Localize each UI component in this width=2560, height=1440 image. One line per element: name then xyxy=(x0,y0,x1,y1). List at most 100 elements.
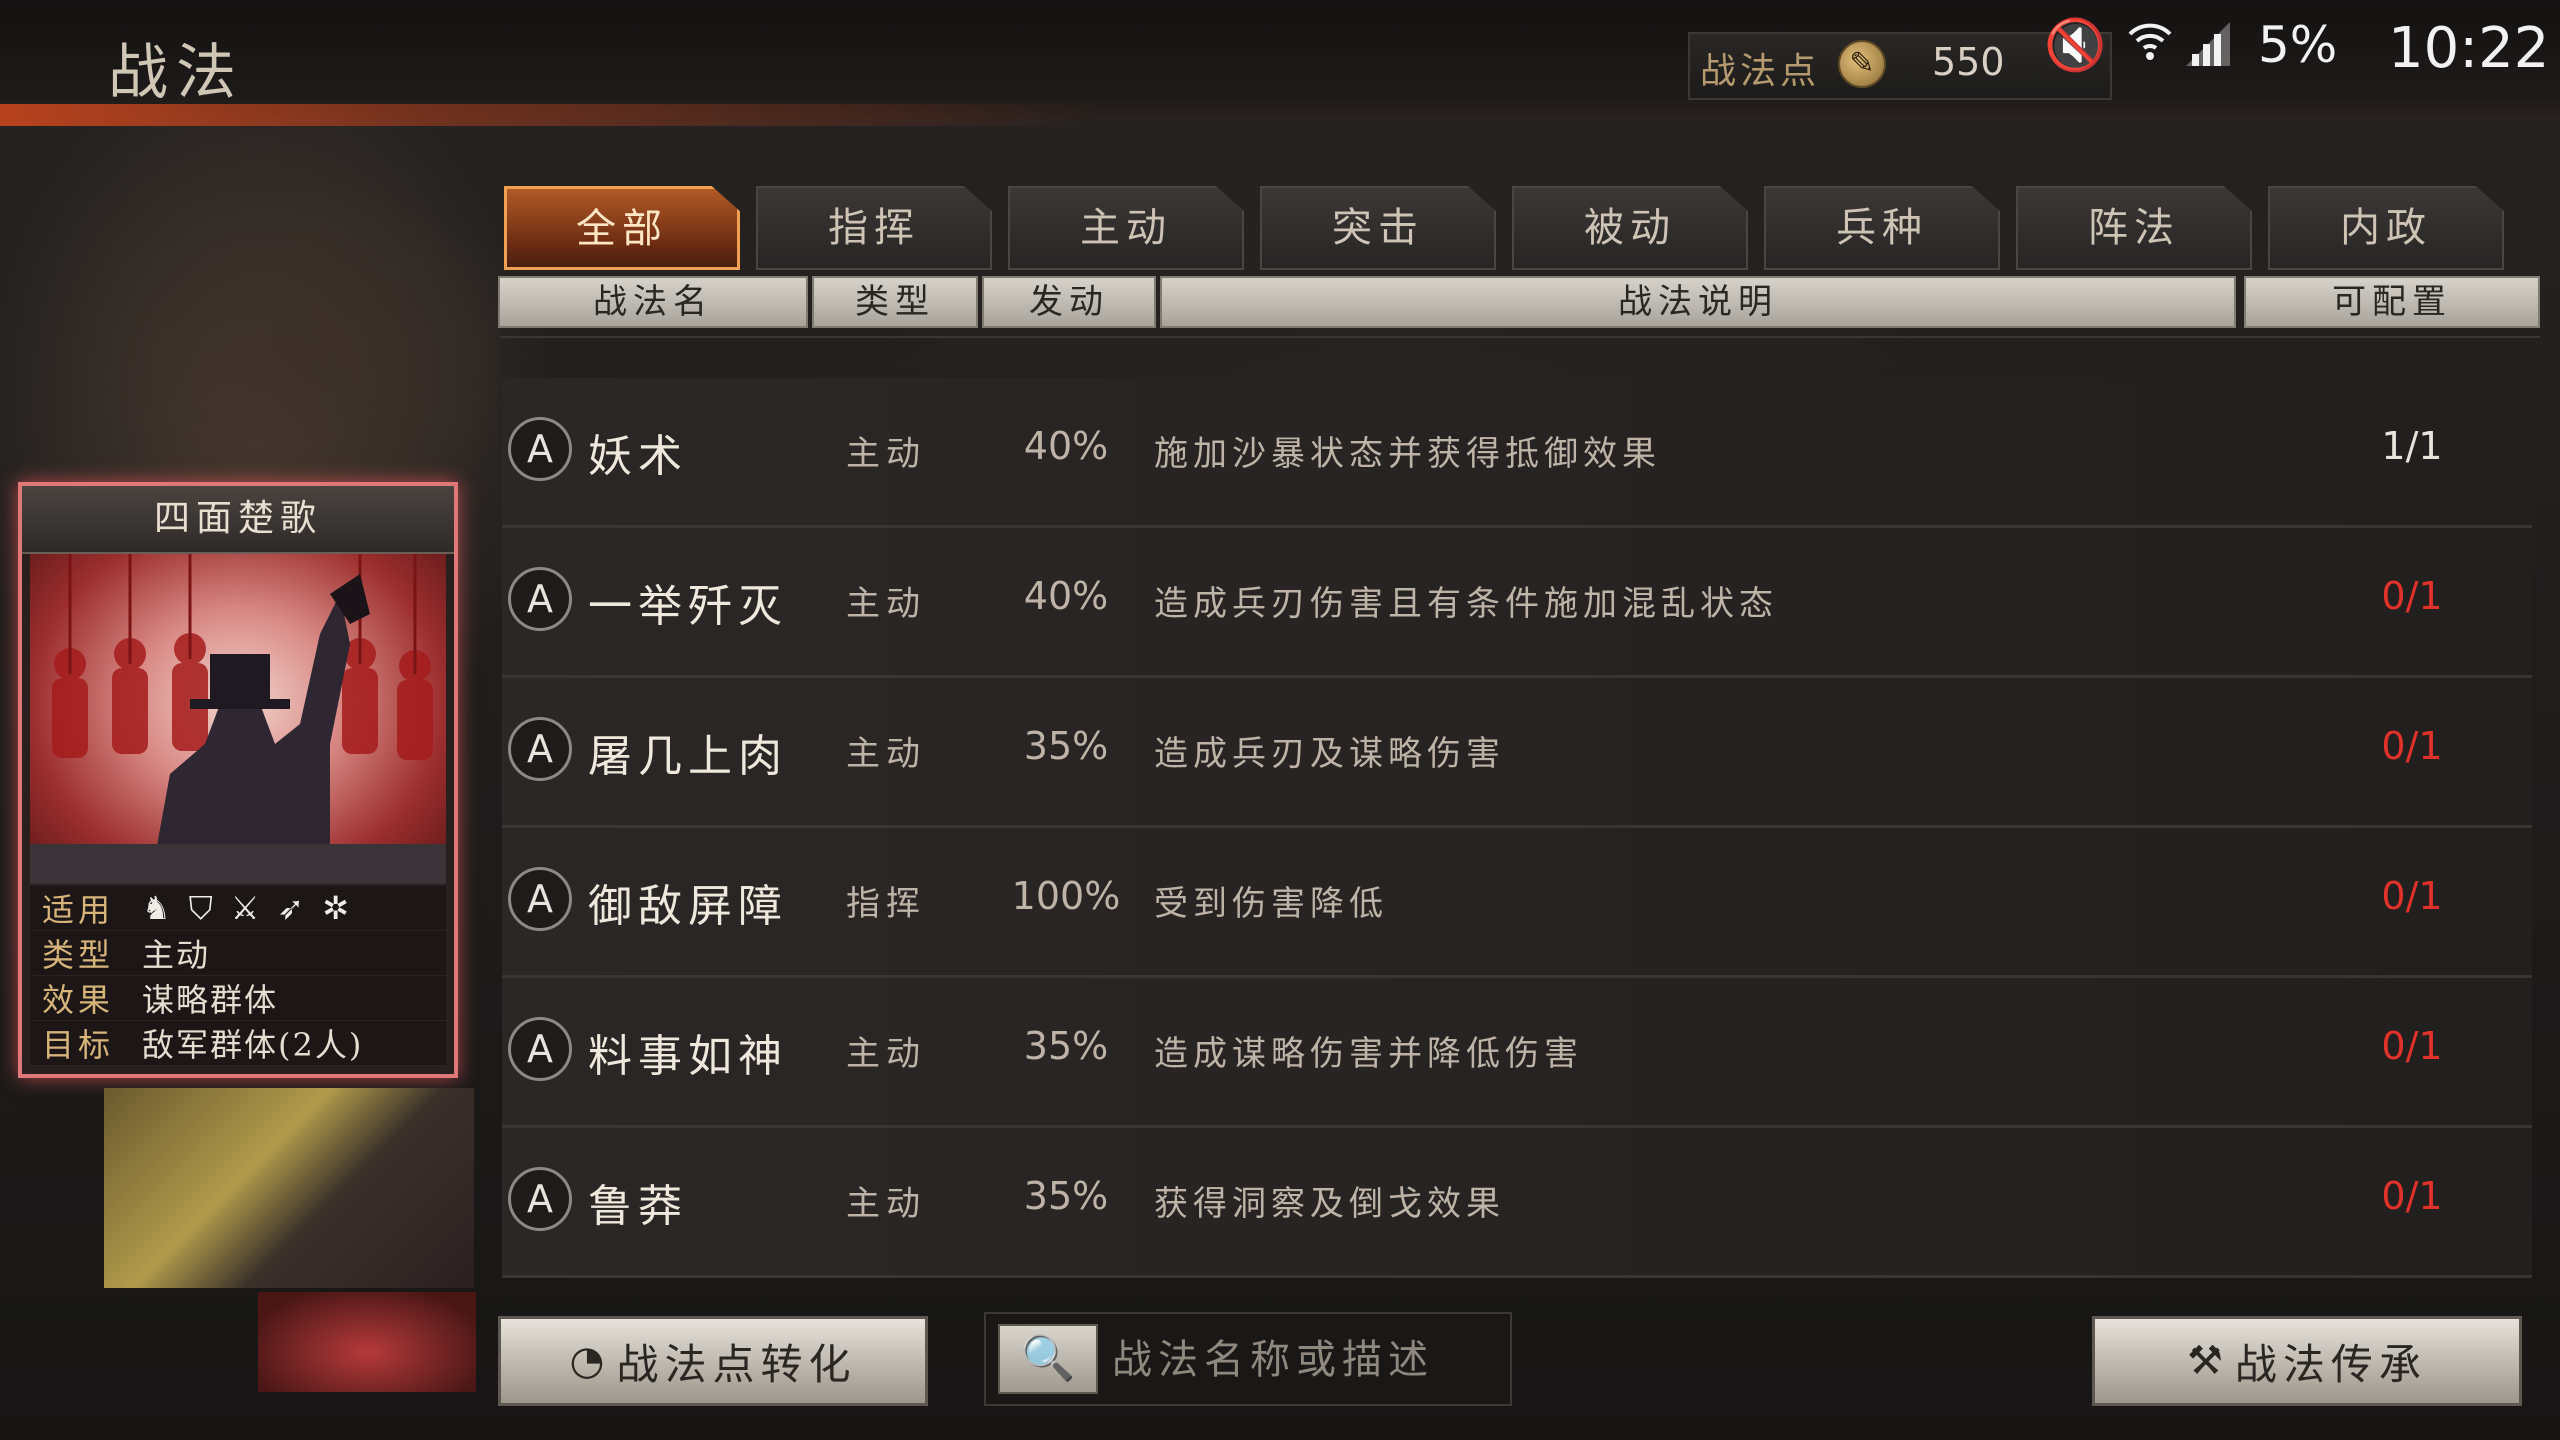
top-bar xyxy=(0,0,2560,118)
effect-row: 效果 谋略群体 xyxy=(30,976,446,1021)
tab-troop[interactable]: 兵种 xyxy=(1764,186,2000,270)
effect-label: 效果 xyxy=(42,981,115,1019)
skill-rate: 35% xyxy=(1023,1174,1109,1218)
grade-badge: A xyxy=(508,1167,572,1231)
skill-inherit-label: 战法传承 xyxy=(2234,1339,2427,1389)
apply-label: 适用 xyxy=(42,891,115,929)
skill-desc: 施加沙暴状态并获得抵御效果 xyxy=(1154,434,1661,474)
clock: 10:22 xyxy=(2388,16,2550,81)
search-box: 🔍 xyxy=(984,1312,1512,1406)
skill-type: 指挥 xyxy=(846,884,926,924)
skill-rate: 35% xyxy=(1023,724,1109,768)
skill-card-stack-art xyxy=(104,1088,474,1288)
target-value: 敌军群体(2人) xyxy=(142,1026,364,1064)
tab-passive[interactable]: 被动 xyxy=(1512,186,1748,270)
skill-name: 御敌屏障 xyxy=(588,881,788,932)
skill-inherit-button[interactable]: ⚒ 战法传承 xyxy=(2092,1316,2522,1406)
tab-command[interactable]: 指挥 xyxy=(756,186,992,270)
skill-row[interactable]: A 御敌屏障 指挥 100% 受到伤害降低 0/1 xyxy=(502,828,2532,978)
type-row: 类型 主动 xyxy=(30,931,446,976)
skill-card-stack-art-2 xyxy=(258,1292,476,1392)
general-portrait-art xyxy=(80,180,500,500)
skill-name: 屠几上肉 xyxy=(588,731,788,782)
skill-slots: 0/1 xyxy=(2381,724,2443,768)
tab-all[interactable]: 全部 xyxy=(504,186,740,270)
siege-wheel-icon: ✲ xyxy=(322,889,350,927)
target-row: 目标 敌军群体(2人) xyxy=(30,1021,446,1066)
skill-slots: 0/1 xyxy=(2381,1024,2443,1068)
skill-desc: 获得洞察及倒戈效果 xyxy=(1154,1184,1505,1224)
cavalry-icon: ♞ xyxy=(142,889,171,927)
convert-points-label: 战法点转化 xyxy=(616,1339,857,1389)
mute-icon: 🔇 xyxy=(2044,16,2107,74)
skill-rate: 40% xyxy=(1023,574,1109,618)
skill-point-icon: ◔ xyxy=(569,1338,611,1384)
type-value: 主动 xyxy=(142,936,211,974)
convert-points-button[interactable]: ◔ 战法点转化 xyxy=(498,1316,928,1406)
skill-row[interactable]: A 妖术 主动 40% 施加沙暴状态并获得抵御效果 1/1 xyxy=(502,378,2532,528)
skill-row[interactable]: A 鲁莽 主动 35% 获得洞察及倒戈效果 0/1 xyxy=(502,1128,2532,1278)
grade-badge: A xyxy=(508,417,572,481)
skill-row[interactable]: A 屠几上肉 主动 35% 造成兵刃及谋略伤害 0/1 xyxy=(502,678,2532,828)
target-label: 目标 xyxy=(42,1026,115,1064)
type-label: 类型 xyxy=(42,936,115,974)
skill-desc: 受到伤害降低 xyxy=(1154,884,1388,924)
battery-percent: 5% xyxy=(2258,16,2338,74)
signal-icon xyxy=(2182,18,2234,74)
shield-icon: ⛉ xyxy=(188,888,213,927)
skill-card-info: 适用 ♞ ⛉ ⚔ ➶ ✲ 类型 主动 效果 谋略群体 目标 敌军群体(2人) xyxy=(30,886,446,1066)
grade-badge: A xyxy=(508,717,572,781)
skill-list: A 妖术 主动 40% 施加沙暴状态并获得抵御效果 1/1 A 一举歼灭 主动 … xyxy=(502,378,2532,1278)
tab-assault[interactable]: 突击 xyxy=(1260,186,1496,270)
hammer-icon: ⚒ xyxy=(2187,1338,2229,1384)
search-button[interactable]: 🔍 xyxy=(998,1324,1098,1394)
apply-row: 适用 ♞ ⛉ ⚔ ➶ ✲ xyxy=(30,886,446,931)
skill-type: 主动 xyxy=(846,1034,926,1074)
header-divider xyxy=(500,336,2540,338)
tab-formation[interactable]: 阵法 xyxy=(2016,186,2252,270)
skill-type: 主动 xyxy=(846,434,926,474)
skill-desc: 造成兵刃伤害且有条件施加混乱状态 xyxy=(1154,584,1778,624)
grade-badge: A xyxy=(508,567,572,631)
skill-desc: 造成兵刃及谋略伤害 xyxy=(1154,734,1505,774)
search-icon: 🔍 xyxy=(1020,1333,1076,1384)
skill-row[interactable]: A 一举歼灭 主动 40% 造成兵刃伤害且有条件施加混乱状态 0/1 xyxy=(502,528,2532,678)
skill-row[interactable]: A 料事如神 主动 35% 造成谋略伤害并降低伤害 0/1 xyxy=(502,978,2532,1128)
skill-name: 妖术 xyxy=(588,431,688,482)
skill-slots: 1/1 xyxy=(2381,424,2443,468)
skill-slots: 0/1 xyxy=(2381,874,2443,918)
page-title: 战法 xyxy=(108,38,244,108)
wifi-icon xyxy=(2126,16,2174,76)
skill-card-title: 四面楚歌 xyxy=(22,486,454,554)
column-header-rate[interactable]: 发动 xyxy=(982,276,1156,328)
skill-detail-card[interactable]: 四面楚歌 适用 ♞ ⛉ ⚔ ➶ ✲ 类型 主动 效果 谋略群体 目标 敌军群体(… xyxy=(18,482,458,1078)
skill-rate: 40% xyxy=(1023,424,1109,468)
skill-name: 料事如神 xyxy=(588,1031,788,1082)
grade-badge: A xyxy=(508,867,572,931)
column-header-type[interactable]: 类型 xyxy=(812,276,978,328)
skill-rate: 35% xyxy=(1023,1024,1109,1068)
skill-name: 鲁莽 xyxy=(588,1181,688,1232)
skill-slots: 0/1 xyxy=(2381,574,2443,618)
column-header-name[interactable]: 战法名 xyxy=(498,276,808,328)
archer-icon: ➶ xyxy=(277,889,305,927)
skill-card-illustration xyxy=(30,554,446,884)
skill-type: 主动 xyxy=(846,734,926,774)
skill-points-label: 战法点 xyxy=(1700,51,1821,92)
skill-name: 一举歼灭 xyxy=(588,581,788,632)
column-header-slots[interactable]: 可配置 xyxy=(2244,276,2540,328)
crossed-spears-icon: ⚔ xyxy=(230,889,260,927)
skill-type: 主动 xyxy=(846,1184,926,1224)
skill-points-icon: ✎ xyxy=(1838,40,1886,88)
troop-icons: ♞ ⛉ ⚔ ➶ ✲ xyxy=(142,889,349,928)
grade-badge: A xyxy=(508,1017,572,1081)
tab-active[interactable]: 主动 xyxy=(1008,186,1244,270)
tab-domestic[interactable]: 内政 xyxy=(2268,186,2504,270)
skill-desc: 造成谋略伤害并降低伤害 xyxy=(1154,1034,1583,1074)
skill-points-value: 550 xyxy=(1932,40,2005,84)
search-input[interactable] xyxy=(1110,1324,1504,1396)
column-header-desc: 战法说明 xyxy=(1160,276,2236,328)
skill-type: 主动 xyxy=(846,584,926,624)
skill-slots: 0/1 xyxy=(2381,1174,2443,1218)
skill-rate: 100% xyxy=(1011,874,1121,918)
